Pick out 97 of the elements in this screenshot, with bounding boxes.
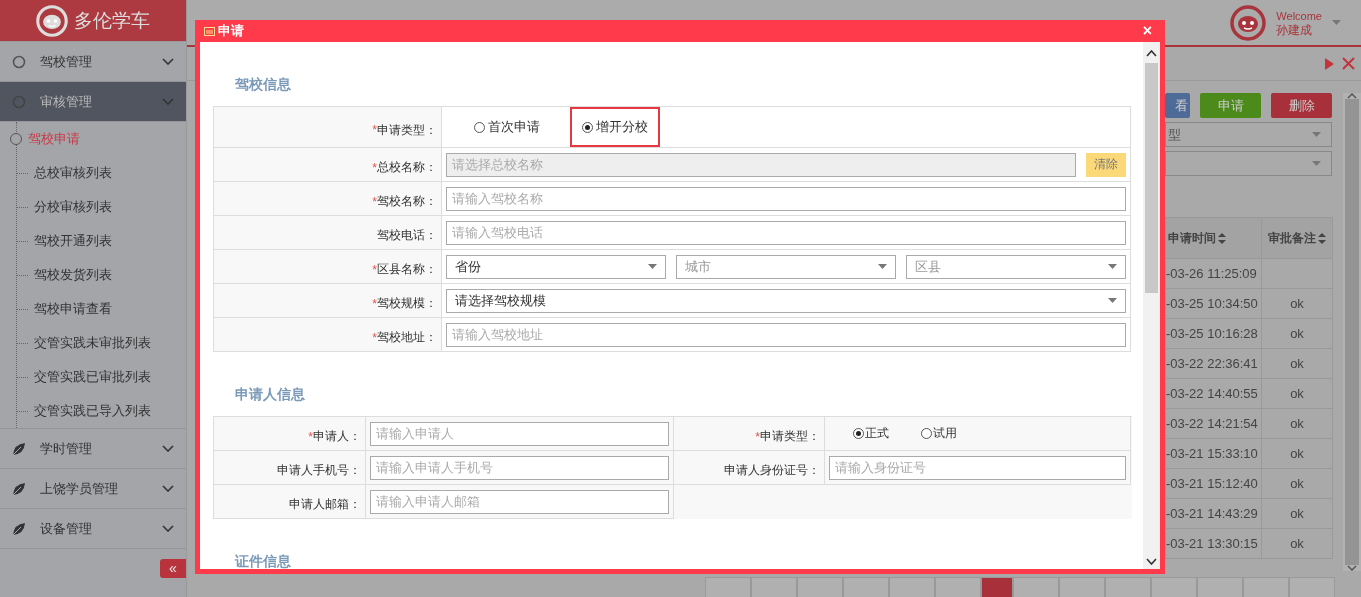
dropdown-caret-icon <box>1332 20 1341 25</box>
field-label: 申请人邮箱： <box>214 485 366 519</box>
sidebar-group[interactable]: 审核管理 <box>0 82 186 122</box>
chevron-down-icon <box>162 58 174 65</box>
radio-option[interactable]: 首次申请 <box>464 107 550 147</box>
section-heading: 证件信息 <box>235 553 292 569</box>
table-cell: ok <box>1261 408 1333 439</box>
field-label: *驾校名称： <box>214 182 442 216</box>
page-button[interactable] <box>981 577 1013 597</box>
field-label: *驾校地址： <box>214 318 442 352</box>
input-field[interactable]: 请输入身份证号 <box>829 455 1126 480</box>
sidebar-item[interactable]: 交管实践未审批列表 <box>0 326 186 360</box>
field-label: *区县名称： <box>214 250 442 284</box>
radio-button[interactable] <box>921 428 932 439</box>
filter-dropdown[interactable]: 型 <box>1165 122 1332 147</box>
field-label: *申请人： <box>214 417 366 451</box>
dropdown[interactable]: 城市 <box>676 254 896 279</box>
field-label: *驾校规模： <box>214 284 442 318</box>
caret-icon <box>878 264 887 269</box>
table-cell: ok <box>1261 468 1333 499</box>
sidebar-item[interactable]: 驾校开通列表 <box>0 224 186 258</box>
input-field[interactable]: 请输入驾校电话 <box>446 220 1126 245</box>
table-cell: ok <box>1261 438 1333 469</box>
avatar-icon <box>1230 4 1267 41</box>
welcome-text: Welcome <box>1276 8 1322 23</box>
dropdown[interactable]: 区县 <box>906 254 1126 279</box>
sidebar-item[interactable]: 分校审核列表 <box>0 190 186 224</box>
dropdown[interactable]: 省份 <box>446 254 666 279</box>
field-label: 申请人手机号： <box>214 451 366 485</box>
caret-icon <box>1108 298 1117 303</box>
dropdown[interactable]: 请选择驾校规模 <box>446 288 1126 313</box>
collapse-button[interactable]: « <box>160 559 186 578</box>
chevron-down-icon <box>162 485 174 492</box>
section-heading: 申请人信息 <box>235 386 306 404</box>
table-cell: ok <box>1261 528 1333 559</box>
close-button[interactable]: × <box>1134 23 1160 39</box>
scroll-down-icon[interactable] <box>1146 558 1157 565</box>
chevron-down-icon <box>162 445 174 452</box>
section-heading: 驾校信息 <box>235 76 292 94</box>
input-field[interactable]: 请输入申请人手机号 <box>370 455 669 480</box>
sidebar-group[interactable]: 上饶学员管理 <box>0 469 186 509</box>
field-label: *申请类型： <box>674 417 825 451</box>
field-label: *总校名称： <box>214 148 442 182</box>
sidebar-item[interactable]: 驾校发货列表 <box>0 258 186 292</box>
sidebar-item[interactable]: 交管实践已导入列表 <box>0 394 186 428</box>
caret-icon <box>1108 264 1117 269</box>
sidebar-item[interactable]: 交管实践已审批列表 <box>0 360 186 394</box>
radio-button[interactable] <box>582 121 593 133</box>
play-icon[interactable] <box>1325 57 1334 70</box>
input-field[interactable]: 请输入驾校地址 <box>446 322 1126 347</box>
radio-button[interactable] <box>474 121 485 133</box>
action-button[interactable]: 看 <box>1165 93 1190 118</box>
radio-option[interactable]: 试用 <box>915 425 963 442</box>
sidebar-group[interactable]: 设备管理 <box>0 509 186 549</box>
circle-icon <box>12 94 26 109</box>
chevron-down-icon <box>162 98 174 105</box>
circle-icon <box>12 54 26 69</box>
column-header[interactable]: 审批备注 <box>1261 217 1333 259</box>
close-icon[interactable] <box>1342 57 1355 70</box>
clear-button[interactable]: 清除 <box>1086 152 1126 177</box>
caret-icon <box>1312 161 1321 166</box>
leaf-icon <box>12 441 26 456</box>
field-label: 驾校电话： <box>214 216 442 250</box>
input-field[interactable]: 请输入申请人邮箱 <box>370 489 669 514</box>
table-cell: ok <box>1261 498 1333 529</box>
column-header[interactable]: 申请时间 <box>1165 217 1262 259</box>
radio-option[interactable]: 正式 <box>847 425 895 442</box>
field-label: 申请人身份证号： <box>674 451 825 485</box>
table-cell: ok <box>1261 318 1333 349</box>
input-field[interactable]: 请选择总校名称 <box>446 152 1076 177</box>
window-icon <box>204 26 215 36</box>
scrollbar[interactable] <box>1143 42 1160 569</box>
caret-icon <box>1312 132 1321 137</box>
sidebar-item[interactable]: 驾校申请查看 <box>0 292 186 326</box>
page-button[interactable] <box>1013 577 1059 597</box>
table-cell: ok <box>1261 348 1333 379</box>
chevron-down-icon <box>162 525 174 532</box>
table-cell: ok <box>1261 288 1333 319</box>
leaf-icon <box>12 481 26 496</box>
input-field[interactable]: 请输入申请人 <box>370 421 669 446</box>
action-button[interactable]: 删除 <box>1271 93 1332 118</box>
logo-text: 多伦学车 <box>74 8 150 33</box>
scroll-up-icon[interactable] <box>1146 50 1157 57</box>
monkey-logo-icon <box>36 4 68 37</box>
sidebar-group[interactable]: 学时管理 <box>0 429 186 469</box>
radio-button[interactable] <box>853 428 864 439</box>
caret-icon <box>648 264 657 269</box>
sidebar-item[interactable]: 总校审核列表 <box>0 156 186 190</box>
field-label: *申请类型： <box>214 107 442 148</box>
page-button[interactable] <box>935 577 981 597</box>
input-field[interactable]: 请输入驾校名称 <box>446 186 1126 211</box>
user-name: 孙建成 <box>1276 22 1314 37</box>
filter-dropdown[interactable] <box>1165 151 1332 176</box>
leaf-icon <box>12 521 26 536</box>
table-cell: ok <box>1261 378 1333 409</box>
action-button[interactable]: 申请 <box>1200 93 1261 118</box>
dialog-title: 申请 <box>218 22 245 40</box>
